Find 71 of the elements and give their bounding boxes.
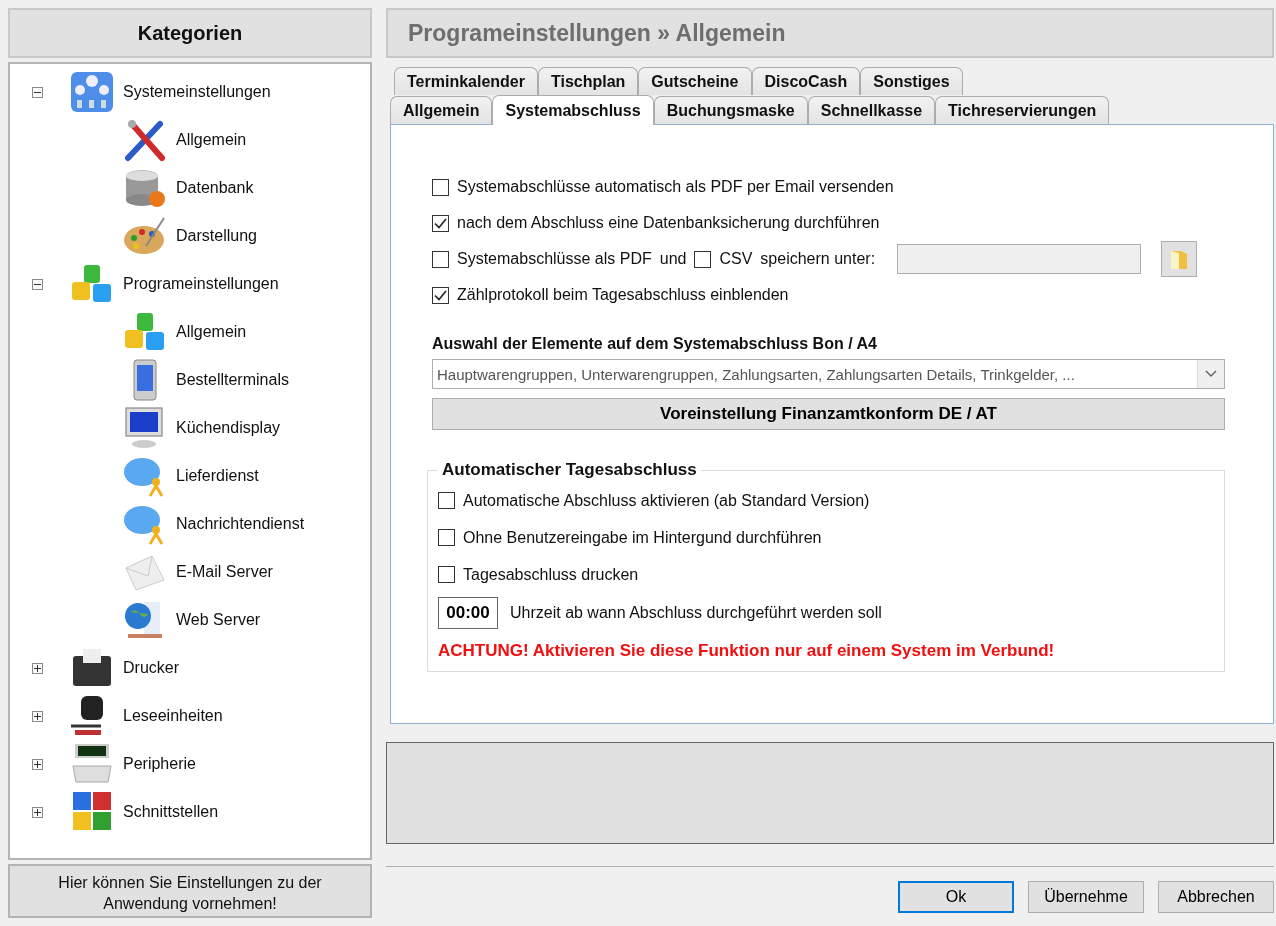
checkbox[interactable] xyxy=(432,214,449,232)
option-label: Systemabschlüsse automatisch als PDF per Email versenden xyxy=(457,178,894,196)
expand-button[interactable] xyxy=(32,662,43,674)
tab[interactable]: DiscoCash xyxy=(751,67,861,95)
collapse-button[interactable] xyxy=(32,86,43,98)
checkbox[interactable] xyxy=(438,566,455,583)
warning-text: ACHTUNG! Aktivieren Sie diese Funktion nur auf einem System im Verbund! xyxy=(438,641,1056,661)
preset-button[interactable]: Voreinstellung Finanzamtkonform DE / AT xyxy=(432,398,1225,430)
dialog-button[interactable]: Ok xyxy=(898,881,1014,913)
sidebar-title: Kategorien xyxy=(8,8,372,58)
tree-item[interactable]: Allgemein xyxy=(176,131,247,149)
dialog-button[interactable]: Übernehme xyxy=(1028,881,1144,913)
tree-item[interactable]: Nachrichtendienst xyxy=(176,515,305,533)
expand-button[interactable] xyxy=(32,758,43,770)
group-title: Automatischer Tagesabschluss xyxy=(441,460,698,480)
tree-item[interactable]: Web Server xyxy=(176,611,261,629)
expand-button[interactable] xyxy=(32,806,43,818)
page-title: Programeinstellungen » Allgemein xyxy=(408,19,786,47)
field-label: Uhrzeit ab wann Abschluss durchgeführt werden soll xyxy=(510,604,882,622)
tab[interactable]: Schnellkasse xyxy=(807,96,936,124)
tree-item[interactable]: Lieferdienst xyxy=(176,467,259,485)
expand-button[interactable] xyxy=(32,710,43,722)
plus-icon xyxy=(34,712,41,720)
tree-item[interactable]: Systemeinstellungen xyxy=(123,83,271,101)
option-label: nach dem Abschluss eine Datenbanksicherung durchführen xyxy=(457,214,880,232)
gauges-icon xyxy=(69,70,115,114)
tree-item[interactable]: Drucker xyxy=(123,659,179,677)
option-label: Ohne Benutzereingabe im Hintergund durchführen xyxy=(463,528,822,547)
tree-item[interactable]: Leseeinheiten xyxy=(123,707,223,725)
chevron-down-icon xyxy=(1205,370,1217,378)
tree-item[interactable]: Darstellung xyxy=(176,227,257,245)
tree-item[interactable]: Schnittstellen xyxy=(123,803,219,821)
tree-item[interactable]: Allgemein xyxy=(176,323,247,341)
checkbox[interactable] xyxy=(438,492,455,509)
option-label: Automatische Abschluss aktivieren (ab Standard Version) xyxy=(463,491,870,510)
option-label: CSV xyxy=(719,250,753,268)
section-title: Auswahl der Elemente auf dem Systemabschluss Bon / A4 xyxy=(432,335,878,353)
tree-item[interactable]: E-Mail Server xyxy=(176,563,273,581)
tree-item[interactable]: Datenbank xyxy=(176,179,254,197)
tree-item[interactable]: Bestellterminals xyxy=(176,371,289,389)
tab[interactable]: Terminkalender xyxy=(394,67,538,95)
option-label: Tagesabschluss drucken xyxy=(463,565,639,584)
collapse-button[interactable] xyxy=(32,278,43,290)
tab[interactable]: Tischplan xyxy=(537,67,639,95)
tree-item[interactable]: Küchendisplay xyxy=(176,419,281,437)
display-device-icon xyxy=(69,742,115,786)
option-label: und xyxy=(659,250,687,268)
plus-icon xyxy=(34,808,41,816)
hint-text: Hier können Sie Einstellungen zu der Anwendung vornehmen! xyxy=(8,864,372,918)
tab[interactable]: Gutscheine xyxy=(638,67,752,95)
plus-icon xyxy=(34,664,41,672)
checkbox[interactable] xyxy=(694,250,712,268)
checkbox[interactable] xyxy=(432,250,449,268)
tab[interactable]: Buchungsmaske xyxy=(653,96,808,124)
time-field[interactable]: 00:00 xyxy=(438,597,498,629)
option-label: Zählprotokoll beim Tagesabschluss einblenden xyxy=(457,286,789,304)
plus-icon xyxy=(34,760,41,768)
checkbox[interactable] xyxy=(432,178,449,196)
tab[interactable]: Sonstiges xyxy=(860,67,963,95)
tab[interactable]: Systemabschluss xyxy=(492,95,654,125)
option-label: Systemabschlüsse als PDF xyxy=(457,250,652,268)
tools-icon xyxy=(122,118,168,162)
dialog-button[interactable]: Abbrechen xyxy=(1158,881,1274,913)
elements-dropdown[interactable]: Hauptwarengruppen, Unterwarengruppen, Zahlungsarten, Zahlungsarten Details, Trinkgelder, ... xyxy=(432,359,1225,389)
tab[interactable]: Allgemein xyxy=(390,96,493,124)
tree-item[interactable]: Peripherie xyxy=(123,755,196,773)
checkbox[interactable] xyxy=(432,286,449,304)
field-label: speichern unter: xyxy=(760,250,876,268)
tab[interactable]: Tichreservierungen xyxy=(935,96,1110,124)
tree-item[interactable]: Programeinstellungen xyxy=(123,275,279,293)
checkbox[interactable] xyxy=(438,529,455,546)
